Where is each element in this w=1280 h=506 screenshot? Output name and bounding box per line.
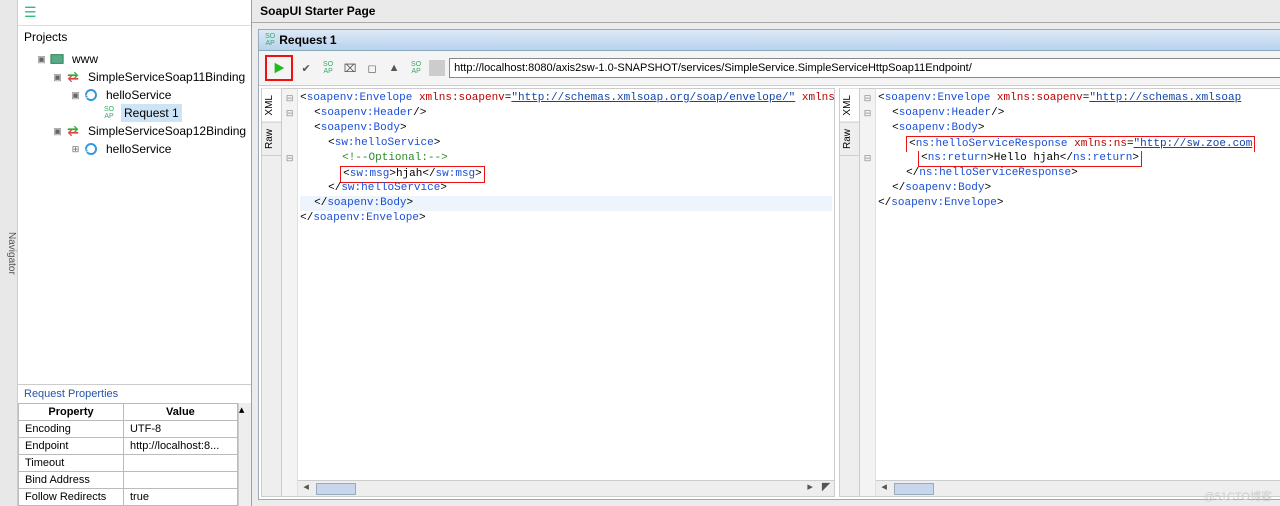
request-toolbar: ✔ SOAP ⌧ ◻ ▲ SOAP ▾ ◧ + ? bbox=[259, 51, 1280, 86]
starter-title: SoapUI Starter Page bbox=[260, 4, 375, 18]
tree-node-service[interactable]: ▣ helloService bbox=[22, 86, 249, 104]
project-tree[interactable]: ▣ www ▣ SimpleServiceSoap11Binding ▣ hel… bbox=[18, 48, 251, 384]
table-row: Endpointhttp://localhost:8... bbox=[19, 438, 238, 455]
hamburger-icon[interactable]: ☰ bbox=[18, 0, 251, 26]
operation-icon bbox=[83, 87, 99, 103]
tree-label: SimpleServiceSoap12Binding bbox=[85, 122, 249, 140]
tree-label: helloService bbox=[103, 86, 174, 104]
request-properties-title: Request Properties bbox=[18, 384, 251, 403]
response-pane: XML Raw ⊟⊟⊟ <soapenv:Envelope xmlns:soap… bbox=[839, 88, 1280, 497]
request-pane: XML Raw ⊟⊟⊟ <soapenv:Envelope xmlns:soap… bbox=[261, 88, 835, 497]
tab-xml[interactable]: XML bbox=[262, 89, 281, 123]
col-value: Value bbox=[123, 404, 237, 421]
tree-node-binding[interactable]: ▣ SimpleServiceSoap12Binding bbox=[22, 122, 249, 140]
tree-label: Request 1 bbox=[121, 104, 182, 122]
tab-raw[interactable]: Raw bbox=[262, 123, 281, 156]
collapse-icon[interactable]: ▣ bbox=[70, 86, 81, 104]
properties-table[interactable]: PropertyValue EncodingUTF-8 Endpointhttp… bbox=[18, 403, 238, 506]
projects-label: Projects bbox=[18, 26, 251, 48]
soap-icon[interactable]: SOAP bbox=[319, 59, 337, 77]
collapse-icon[interactable]: ▣ bbox=[52, 68, 63, 86]
create-empty-button[interactable]: ◻ bbox=[363, 59, 381, 77]
tree-node-binding[interactable]: ▣ SimpleServiceSoap11Binding bbox=[22, 68, 249, 86]
table-row: Bind Address bbox=[19, 472, 238, 489]
starter-page-tab[interactable]: SoapUI Starter Page ▫ ◱ ⨯ bbox=[252, 0, 1280, 23]
left-panel: Navigator ☰ Projects ▣ www ▣ SimpleServi… bbox=[0, 0, 252, 506]
fold-gutter[interactable]: ⊟⊟⊟ bbox=[282, 89, 298, 496]
tree-node-project[interactable]: ▣ www bbox=[22, 50, 249, 68]
attachments-button[interactable]: ⌧ bbox=[341, 59, 359, 77]
navigator-side-tab[interactable]: Navigator bbox=[0, 0, 18, 506]
request-editor: SOAP Request 1 ▫ ◱ ⨯ ✔ SOAP ⌧ ◻ ▲ SOAP bbox=[258, 29, 1280, 500]
soap-icon[interactable]: SOAP bbox=[407, 59, 425, 77]
tree-node-service[interactable]: ⊞ helloService bbox=[22, 140, 249, 158]
soap-icon: SOAP bbox=[265, 33, 275, 47]
tab-raw[interactable]: Raw bbox=[840, 123, 859, 156]
right-panel: SoapUI Starter Page ▫ ◱ ⨯ SOAP Request 1… bbox=[252, 0, 1280, 506]
stop-button[interactable]: ✔ bbox=[297, 59, 315, 77]
binding-icon bbox=[65, 69, 81, 85]
disabled-button bbox=[429, 60, 445, 76]
tab-xml[interactable]: XML bbox=[840, 89, 859, 123]
fold-gutter[interactable]: ⊟⊟⊟ bbox=[860, 89, 876, 496]
endpoint-url-input[interactable] bbox=[449, 58, 1280, 78]
tree-node-request[interactable]: SOAP Request 1 bbox=[22, 104, 249, 122]
watermark: @51CTO博客 bbox=[1204, 488, 1272, 504]
operation-icon bbox=[83, 141, 99, 157]
scrollbar-horizontal[interactable]: ◂▸◤ bbox=[298, 480, 834, 496]
run-button[interactable] bbox=[265, 55, 293, 81]
tree-label: SimpleServiceSoap11Binding bbox=[85, 68, 248, 86]
col-property: Property bbox=[19, 404, 124, 421]
binding-icon bbox=[65, 123, 81, 139]
expand-icon[interactable]: ⊞ bbox=[70, 140, 81, 158]
tree-label: helloService bbox=[103, 140, 174, 158]
project-icon bbox=[49, 51, 65, 67]
scrollbar-vertical[interactable]: ▴ bbox=[238, 403, 251, 506]
collapse-icon[interactable]: ▣ bbox=[52, 122, 63, 140]
auth-button[interactable]: ▲ bbox=[385, 59, 403, 77]
table-row: EncodingUTF-8 bbox=[19, 421, 238, 438]
collapse-icon[interactable]: ▣ bbox=[36, 50, 47, 68]
table-row: Timeout bbox=[19, 455, 238, 472]
request-title: Request 1 bbox=[279, 33, 336, 47]
response-xml-viewer[interactable]: <soapenv:Envelope xmlns:soapenv="http://… bbox=[876, 89, 1280, 496]
request-xml-editor[interactable]: <soapenv:Envelope xmlns:soapenv="http://… bbox=[298, 89, 834, 496]
soap-icon: SOAP bbox=[101, 105, 117, 121]
tree-label: www bbox=[69, 50, 101, 68]
table-row: Follow Redirectstrue bbox=[19, 489, 238, 506]
